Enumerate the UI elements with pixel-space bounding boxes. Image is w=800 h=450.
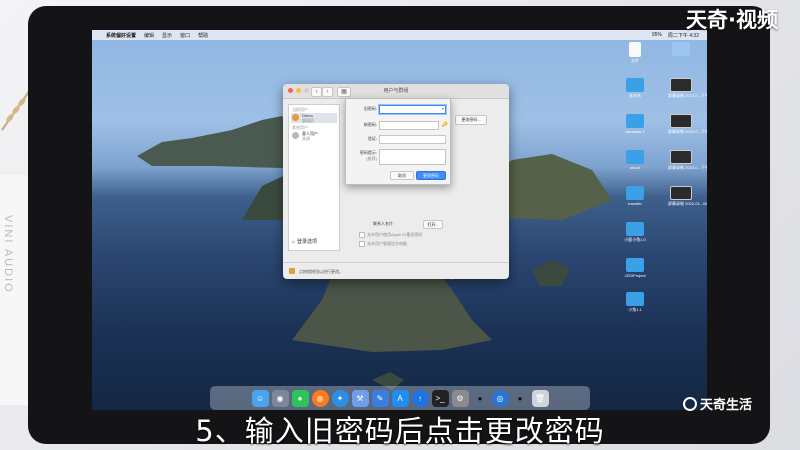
- desktop-icon-recording-1[interactable]: 屏幕录制 2022-0...下午4.32.59: [668, 78, 707, 99]
- finder-icon[interactable]: ☺: [251, 389, 269, 407]
- menu-item-help[interactable]: 帮助: [198, 32, 208, 39]
- desktop-icon-recording-4[interactable]: 屏幕录制 2022-01...08.mov: [668, 186, 707, 207]
- document-icon: [629, 42, 641, 57]
- watermark-top: 天奇·视频: [686, 8, 778, 32]
- video-thumbnail-icon: [670, 78, 692, 92]
- new-password-row: 新密码: 🔑: [346, 121, 450, 130]
- terminal-icon[interactable]: >_: [431, 389, 449, 407]
- desktop-icon-recording-3[interactable]: 屏幕录制 2022-0...下午4.44.17: [668, 150, 707, 171]
- video-thumbnail-icon: [670, 186, 692, 200]
- sidebar-item-current-user[interactable]: Demo 管理员: [291, 113, 337, 123]
- folder-icon: [626, 292, 644, 306]
- lock-row: 点按锁按钮以进行更改。: [283, 262, 509, 279]
- folder-icon: [626, 150, 644, 164]
- menu-item-edit[interactable]: 编辑: [144, 32, 154, 39]
- window-titlebar: ‹ › ▦ 用户与群组: [283, 84, 509, 99]
- safari-icon[interactable]: ✦: [331, 389, 349, 407]
- checkbox-apple-id-reset[interactable]: 允许用户使用Apple ID重设密码: [359, 232, 422, 238]
- hint-field[interactable]: [379, 149, 446, 165]
- new-password-label: 新密码:: [363, 122, 377, 127]
- dock: ☺ ◉ ● ◍ ✦ ⚒ ✎ A ↑ >_ ⚙ ● ◎ ● 🗑: [210, 386, 590, 410]
- mac-desktop: 系统偏好设置 编辑 显示 窗口 帮助 95% 周二下午 4:32 文件 未命名 …: [92, 30, 707, 410]
- brand-logo-icon: [683, 396, 697, 411]
- folder-icon: [626, 222, 644, 236]
- desktop-icon-windows7[interactable]: windows 7: [622, 114, 648, 134]
- tutorial-caption: 5、输入旧密码后点击更改密码: [195, 414, 605, 448]
- checkbox-icon: [359, 241, 365, 247]
- window-title: 用户与群组: [383, 88, 409, 94]
- change-password-sheet: 旧密码: ▾ 新密码: 🔑 验证: 密码提示: (推荐) 取消 更改密码: [345, 98, 451, 185]
- desktop-icon-transfer[interactable]: transfer: [622, 186, 648, 206]
- desktop-icon-uboot[interactable]: uboot: [622, 150, 648, 170]
- contact-card-label: 联系人名片:: [373, 221, 395, 226]
- desktop-icon-project[interactable]: JZGIProject: [622, 258, 648, 278]
- qq-icon[interactable]: ●: [472, 390, 489, 407]
- xcode-icon[interactable]: ⚒: [351, 389, 369, 407]
- pages-icon[interactable]: ✎: [371, 389, 389, 407]
- notebook-text: VINI AUDIO: [2, 215, 14, 294]
- desktop-icon-drive[interactable]: [668, 42, 694, 57]
- new-password-field[interactable]: [379, 121, 439, 130]
- watermark-bottom: 天奇生活: [683, 394, 752, 413]
- avatar: [292, 114, 299, 121]
- menu-item-view[interactable]: 显示: [162, 32, 172, 39]
- lock-icon[interactable]: [289, 268, 295, 274]
- menu-item-app[interactable]: 系统偏好设置: [106, 32, 136, 39]
- change-password-button[interactable]: 更改密码...: [455, 115, 487, 125]
- menu-bar: 系统偏好设置 编辑 显示 窗口 帮助 95% 周二下午 4:32: [92, 30, 707, 40]
- old-password-row: 旧密码: ▾: [346, 105, 450, 114]
- folder-icon: [626, 114, 644, 128]
- users-groups-window: ‹ › ▦ 用户与群组 当前用户 Demo 管理员 其他用户 客人用户 关闭 ⌂…: [283, 84, 509, 279]
- checkbox-icon: [359, 232, 365, 238]
- firefox-icon[interactable]: ◍: [311, 389, 329, 407]
- house-icon: ⌂: [292, 238, 296, 245]
- open-button[interactable]: 打开...: [423, 220, 443, 229]
- checkbox-admin[interactable]: 允许用户管理这台电脑: [359, 241, 407, 247]
- battery-status[interactable]: 95%: [652, 32, 662, 39]
- video-thumbnail-icon: [670, 150, 692, 164]
- users-sidebar: 当前用户 Demo 管理员 其他用户 客人用户 关闭 ⌂ 登录选项: [288, 104, 340, 251]
- app-store-icon[interactable]: A: [391, 389, 409, 407]
- folder-icon: [626, 258, 644, 272]
- verify-label: 验证:: [367, 136, 377, 141]
- desktop-icon-recording-2[interactable]: 屏幕录制 2022-0...下午4.40.17: [668, 114, 707, 135]
- hint-sublabel: (推荐): [366, 156, 377, 161]
- sidebar-item-login-options[interactable]: ⌂ 登录选项: [292, 238, 317, 246]
- video-thumbnail-icon: [670, 114, 692, 128]
- dropdown-icon: ▾: [441, 106, 444, 111]
- trash-icon[interactable]: 🗑: [531, 389, 549, 407]
- key-icon[interactable]: 🔑: [442, 122, 448, 128]
- change-password-confirm-button[interactable]: 更改密码: [416, 171, 446, 180]
- transmission-icon[interactable]: ↑: [411, 389, 429, 407]
- system-preferences-icon[interactable]: ⚙: [451, 389, 469, 407]
- notebook-decoration: VINI AUDIO: [0, 175, 31, 405]
- desktop-icon-folder-a[interactable]: 小鹿小兔1.0: [622, 222, 648, 243]
- verify-field[interactable]: [379, 135, 446, 144]
- verify-row: 验证:: [346, 135, 450, 144]
- launchpad-icon[interactable]: ◉: [271, 389, 289, 407]
- cancel-button[interactable]: 取消: [390, 171, 414, 180]
- desktop-icon-folder-b[interactable]: 小兔1.1: [622, 292, 648, 313]
- old-password-field[interactable]: ▾: [379, 105, 446, 114]
- lock-text: 点按锁按钮以进行更改。: [299, 269, 343, 274]
- quicktime-icon[interactable]: ◎: [491, 389, 509, 407]
- wechat-icon[interactable]: ●: [291, 389, 309, 407]
- old-password-label: 旧密码:: [363, 106, 377, 111]
- sidebar-item-guest[interactable]: 客人用户 关闭: [291, 131, 337, 141]
- drive-icon: [672, 42, 690, 56]
- folder-icon: [626, 78, 644, 92]
- desktop-icon-untitled[interactable]: 未命名: [622, 78, 648, 99]
- guest-avatar: [292, 132, 299, 139]
- menu-item-window[interactable]: 窗口: [180, 32, 190, 39]
- qq-icon-2[interactable]: ●: [512, 390, 529, 407]
- desktop-icon-file[interactable]: 文件: [622, 42, 648, 64]
- folder-icon: [626, 186, 644, 200]
